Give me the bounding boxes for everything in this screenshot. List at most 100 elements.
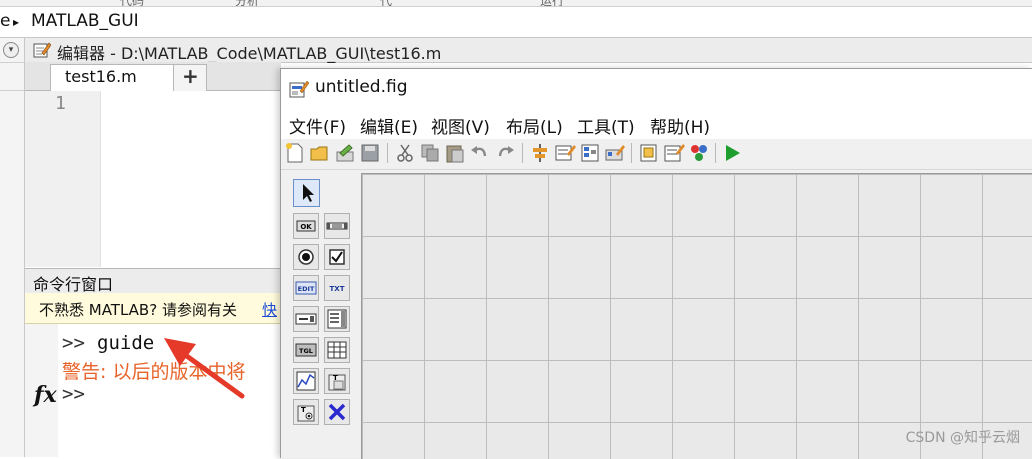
svg-text:T: T <box>333 374 338 382</box>
palette-checkbox[interactable] <box>324 244 350 270</box>
listbox-icon <box>327 309 347 329</box>
align-objects-icon[interactable] <box>529 142 551 164</box>
address-bar[interactable]: e ▸ MATLAB_GUI <box>0 7 1032 38</box>
palette-panel[interactable]: T <box>324 368 350 394</box>
tab-label: test16.m <box>65 67 137 86</box>
pushbutton-label: OK <box>300 223 312 231</box>
copy-icon[interactable] <box>419 142 441 164</box>
command-window-title: 命令行窗口 <box>33 275 114 294</box>
line-number-gutter: 1 <box>25 91 101 267</box>
menu-view[interactable]: 视图(V) <box>431 113 490 138</box>
breadcrumb-separator-icon: ▸ <box>13 15 20 29</box>
paste-icon[interactable] <box>444 142 466 164</box>
editor-icon <box>33 42 51 58</box>
redo-icon[interactable] <box>494 142 516 164</box>
layout-grid-canvas[interactable] <box>361 173 1032 459</box>
object-browser-icon[interactable] <box>688 142 710 164</box>
save-icon[interactable] <box>359 142 381 164</box>
toolstrip-tabs: 代码 分析 代 运行 <box>0 0 1032 7</box>
current-folder-pane: ▾ <box>0 38 25 457</box>
tab-code[interactable]: 代码 <box>120 0 144 6</box>
command-gutter: fx <box>25 324 58 457</box>
toolbar-separator <box>522 143 523 163</box>
notice-link[interactable]: 快 <box>262 299 277 320</box>
menu-edit[interactable]: 编辑(E) <box>360 113 418 138</box>
toolbar-editor-icon[interactable] <box>604 142 626 164</box>
slider-icon <box>326 222 348 230</box>
palette-edit-text[interactable]: EDIT <box>293 275 319 301</box>
command-window-header: 命令行窗口 <box>25 268 281 294</box>
guide-window-title: untitled.fig <box>315 77 408 97</box>
line-number: 1 <box>55 93 66 114</box>
menu-editor-icon[interactable] <box>554 142 576 164</box>
menu-tools[interactable]: 工具(T) <box>577 113 635 138</box>
palette-radiobutton[interactable] <box>293 244 319 270</box>
toggle-label: TGL <box>299 347 313 355</box>
editor-title: 编辑器 - D:\MATLAB_Code\MATLAB_GUI\test16.m <box>57 44 442 63</box>
open-folder-icon[interactable] <box>309 142 331 164</box>
guide-menubar: 文件(F) 编辑(E) 视图(V) 布局(L) 工具(T) 帮助(H) <box>281 107 1032 139</box>
palette-axes[interactable] <box>293 368 319 394</box>
plus-icon: + <box>182 64 199 88</box>
palette-activex[interactable] <box>324 399 350 425</box>
edit-text-icon: EDIT <box>295 281 317 295</box>
editor-titlebar: 编辑器 - D:\MATLAB_Code\MATLAB_GUI\test16.m <box>25 38 1032 63</box>
tab-order-editor-icon[interactable] <box>579 142 601 164</box>
guide-titlebar: untitled.fig <box>281 69 1032 107</box>
tab-run[interactable]: 运行 <box>540 0 564 6</box>
editor-tab-bar: test16.m ✕ + <box>25 62 281 91</box>
undo-icon[interactable] <box>469 142 491 164</box>
palette-button-group[interactable]: T <box>293 399 319 425</box>
radio-button-icon <box>298 249 314 265</box>
next-prompt: >> <box>62 383 85 405</box>
new-file-icon[interactable] <box>284 142 306 164</box>
command-window-notice: 不熟悉 MATLAB? 请参阅有关 快 <box>25 293 281 324</box>
guide-toolbar <box>281 139 1032 170</box>
property-inspector-icon[interactable] <box>663 142 685 164</box>
menu-layout[interactable]: 布局(L) <box>506 113 563 138</box>
static-text-label: TXT <box>330 285 345 293</box>
prompt: >> <box>62 332 85 354</box>
guide-window: untitled.fig 文件(F) 编辑(E) 视图(V) 布局(L) 工具(… <box>280 68 1032 459</box>
palette-listbox[interactable] <box>324 306 350 332</box>
annotation-arrow-icon <box>164 338 245 399</box>
axes-icon <box>296 371 316 391</box>
pointer-arrow-icon <box>303 184 314 202</box>
toolbar-separator <box>631 143 632 163</box>
svg-text:T: T <box>301 406 306 414</box>
button-group-icon: T <box>297 405 315 422</box>
tab-analyze[interactable]: 分析 <box>235 0 259 6</box>
palette-pushbutton[interactable]: OK <box>293 213 319 239</box>
export-icon[interactable] <box>334 142 356 164</box>
edit-text-label: EDIT <box>298 285 315 293</box>
palette-static-text[interactable]: TXT <box>324 275 350 301</box>
breadcrumb-prefix[interactable]: e <box>0 11 10 31</box>
chevron-down-icon[interactable]: ▾ <box>3 42 19 58</box>
notice-text: 不熟悉 MATLAB? 请参阅有关 <box>39 301 237 319</box>
editor-m-file-icon[interactable] <box>638 142 660 164</box>
checkbox-icon <box>329 249 345 265</box>
palette-popup-menu[interactable] <box>293 306 319 332</box>
add-tab-button[interactable]: + <box>173 64 207 91</box>
watermark: CSDN @知乎云烟 <box>905 430 1020 446</box>
cut-icon[interactable] <box>394 142 416 164</box>
toolbar-separator <box>387 143 388 163</box>
table-icon <box>327 341 347 359</box>
run-icon[interactable] <box>721 142 743 164</box>
activex-icon <box>328 403 346 421</box>
tab-code-2[interactable]: 代 <box>380 0 392 6</box>
popup-menu-icon <box>295 313 317 325</box>
select-tool[interactable] <box>293 179 320 207</box>
palette-slider[interactable] <box>324 213 350 239</box>
command-text: guide <box>97 332 155 354</box>
fx-icon[interactable]: fx <box>34 382 57 408</box>
palette-table[interactable] <box>324 337 350 363</box>
menu-file[interactable]: 文件(F) <box>289 113 346 138</box>
menu-help[interactable]: 帮助(H) <box>650 113 710 138</box>
component-palette: OK EDIT TXT TGL T T <box>281 170 359 458</box>
static-text-icon: TXT <box>330 285 345 293</box>
toolbar-separator <box>715 143 716 163</box>
pushbutton-icon: OK <box>296 220 316 232</box>
palette-toggle-button[interactable]: TGL <box>293 337 319 363</box>
breadcrumb-folder[interactable]: MATLAB_GUI <box>31 11 139 31</box>
